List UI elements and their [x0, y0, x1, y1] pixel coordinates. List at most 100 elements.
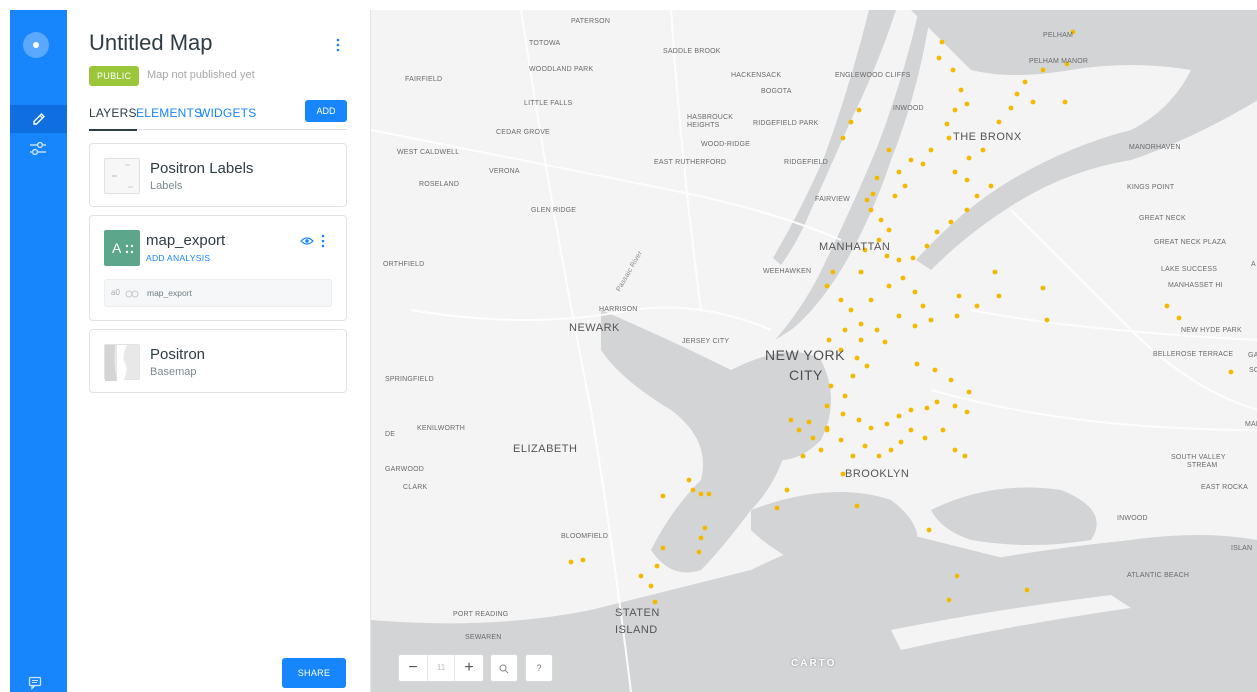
zoom-in-button[interactable]: + — [455, 655, 483, 681]
tab-elements[interactable]: ELEMENTS — [136, 106, 202, 120]
map-point — [580, 557, 586, 563]
zoom-control: − 11 + — [398, 654, 484, 682]
map-label: WEST CALDWELL — [397, 149, 460, 156]
map-point — [992, 269, 998, 275]
map-label: MANHASSET HI — [1168, 282, 1223, 289]
map-point — [660, 545, 666, 551]
map-point — [838, 297, 844, 303]
map-label: CEDAR GROVE — [496, 129, 550, 136]
map-point — [774, 505, 780, 511]
map-point — [840, 411, 846, 417]
map-point — [858, 269, 864, 275]
layer-title[interactable]: Positron — [150, 346, 205, 363]
map-label: A — [1251, 261, 1256, 268]
node-link-icon — [125, 290, 139, 298]
map-point — [946, 597, 952, 603]
help-button[interactable]: ? — [525, 654, 553, 682]
search-button[interactable] — [490, 654, 518, 682]
map-point — [856, 417, 862, 423]
map-point — [966, 155, 972, 161]
map-point — [870, 191, 876, 197]
layer-title[interactable]: Positron Labels — [150, 160, 253, 177]
map-label: ELIZABETH — [513, 443, 578, 455]
map-label: TOTOWA — [529, 40, 561, 47]
map-label: LITTLE FALLS — [524, 100, 573, 107]
map-point — [830, 269, 836, 275]
map-point — [1014, 91, 1020, 97]
map-point — [638, 573, 644, 579]
map-point — [818, 447, 824, 453]
analysis-source-row[interactable]: a0 map_export — [104, 279, 332, 307]
map-point — [1040, 285, 1046, 291]
map-label: BELLEROSE TERRACE — [1153, 351, 1234, 358]
map-point — [944, 121, 950, 127]
map-point — [660, 493, 666, 499]
map-point — [898, 439, 904, 445]
carto-attribution[interactable]: CARTO — [791, 658, 836, 669]
map-label: PELHAM MANOR — [1029, 58, 1089, 65]
add-analysis-link[interactable]: ADD ANALYSIS — [146, 253, 210, 263]
map-point — [966, 389, 972, 395]
map-point — [964, 177, 970, 183]
carto-logo-icon[interactable] — [23, 32, 49, 58]
privacy-badge[interactable]: PUBLIC — [89, 66, 140, 86]
map-point — [884, 421, 890, 427]
layer-letter: A — [112, 240, 122, 256]
feedback-icon[interactable] — [28, 676, 42, 690]
map-label: SADDLE BROOK — [663, 48, 721, 55]
map-point — [988, 183, 994, 189]
map-point — [1062, 99, 1068, 105]
map-label: WEEHAWKEN — [763, 268, 812, 275]
basemap-thumbnail-icon — [105, 345, 127, 381]
map-point — [858, 337, 864, 343]
map-point — [848, 307, 854, 313]
map-point — [980, 147, 986, 153]
options-kebab-icon[interactable] — [333, 36, 343, 54]
map-point — [952, 169, 958, 175]
map-label: MANHATTAN — [819, 241, 891, 253]
map-point — [840, 135, 846, 141]
map-point — [948, 219, 954, 225]
map-point — [964, 207, 970, 213]
layer-title[interactable]: map_export — [146, 232, 225, 249]
share-button[interactable]: SHARE — [282, 658, 346, 688]
add-layer-button[interactable]: ADD — [305, 100, 347, 122]
layer-card-map-export[interactable]: A map_export ADD ANALYSIS a0 map_export — [89, 215, 347, 321]
map-canvas[interactable]: PATERSON TOTOWA SADDLE BROOK PELHAM WOODLAND… — [370, 10, 1257, 692]
map-label: FAIRVIEW — [815, 196, 850, 203]
zoom-out-button[interactable]: − — [399, 655, 427, 681]
map-label: ORTHFIELD — [383, 261, 425, 268]
layer-card-positron-labels[interactable]: Positron Labels Labels — [89, 143, 347, 207]
map-point — [1030, 99, 1036, 105]
map-label: HEIGHTS — [687, 122, 720, 129]
map-point — [652, 599, 658, 605]
tab-widgets[interactable]: WIDGETS — [199, 106, 256, 120]
map-point — [824, 403, 830, 409]
edit-mode-button[interactable] — [10, 105, 67, 133]
map-point — [908, 407, 914, 413]
publish-status: Map not published yet — [147, 69, 255, 81]
map-point — [706, 491, 712, 497]
app: Untitled Map PUBLIC Map not published ye… — [0, 0, 1257, 692]
map-point — [888, 447, 894, 453]
map-point — [886, 147, 892, 153]
map-label: GREAT NECK PLAZA — [1154, 239, 1227, 246]
map-label: BOGOTA — [761, 88, 792, 95]
map-point — [996, 293, 1002, 299]
layer-options-kebab-icon[interactable] — [320, 233, 326, 249]
visibility-eye-icon[interactable] — [300, 236, 314, 246]
map-label: MALVERNE — [1245, 421, 1257, 428]
map-title[interactable]: Untitled Map — [89, 30, 213, 56]
layer-card-positron-basemap[interactable]: Positron Basemap — [89, 329, 347, 393]
tab-layers[interactable]: LAYERS — [89, 106, 137, 131]
map-label: BROOKLYN — [845, 468, 910, 480]
map-point — [1228, 369, 1234, 375]
map-point — [882, 339, 888, 345]
map-point — [948, 377, 954, 383]
map-label: ROSELAND — [419, 181, 460, 188]
layer-thumbnail — [104, 344, 140, 381]
map-point — [939, 39, 945, 45]
map-label: GLEN RIDGE — [531, 207, 577, 214]
sliders-icon[interactable] — [29, 141, 47, 157]
left-rail — [10, 10, 67, 692]
